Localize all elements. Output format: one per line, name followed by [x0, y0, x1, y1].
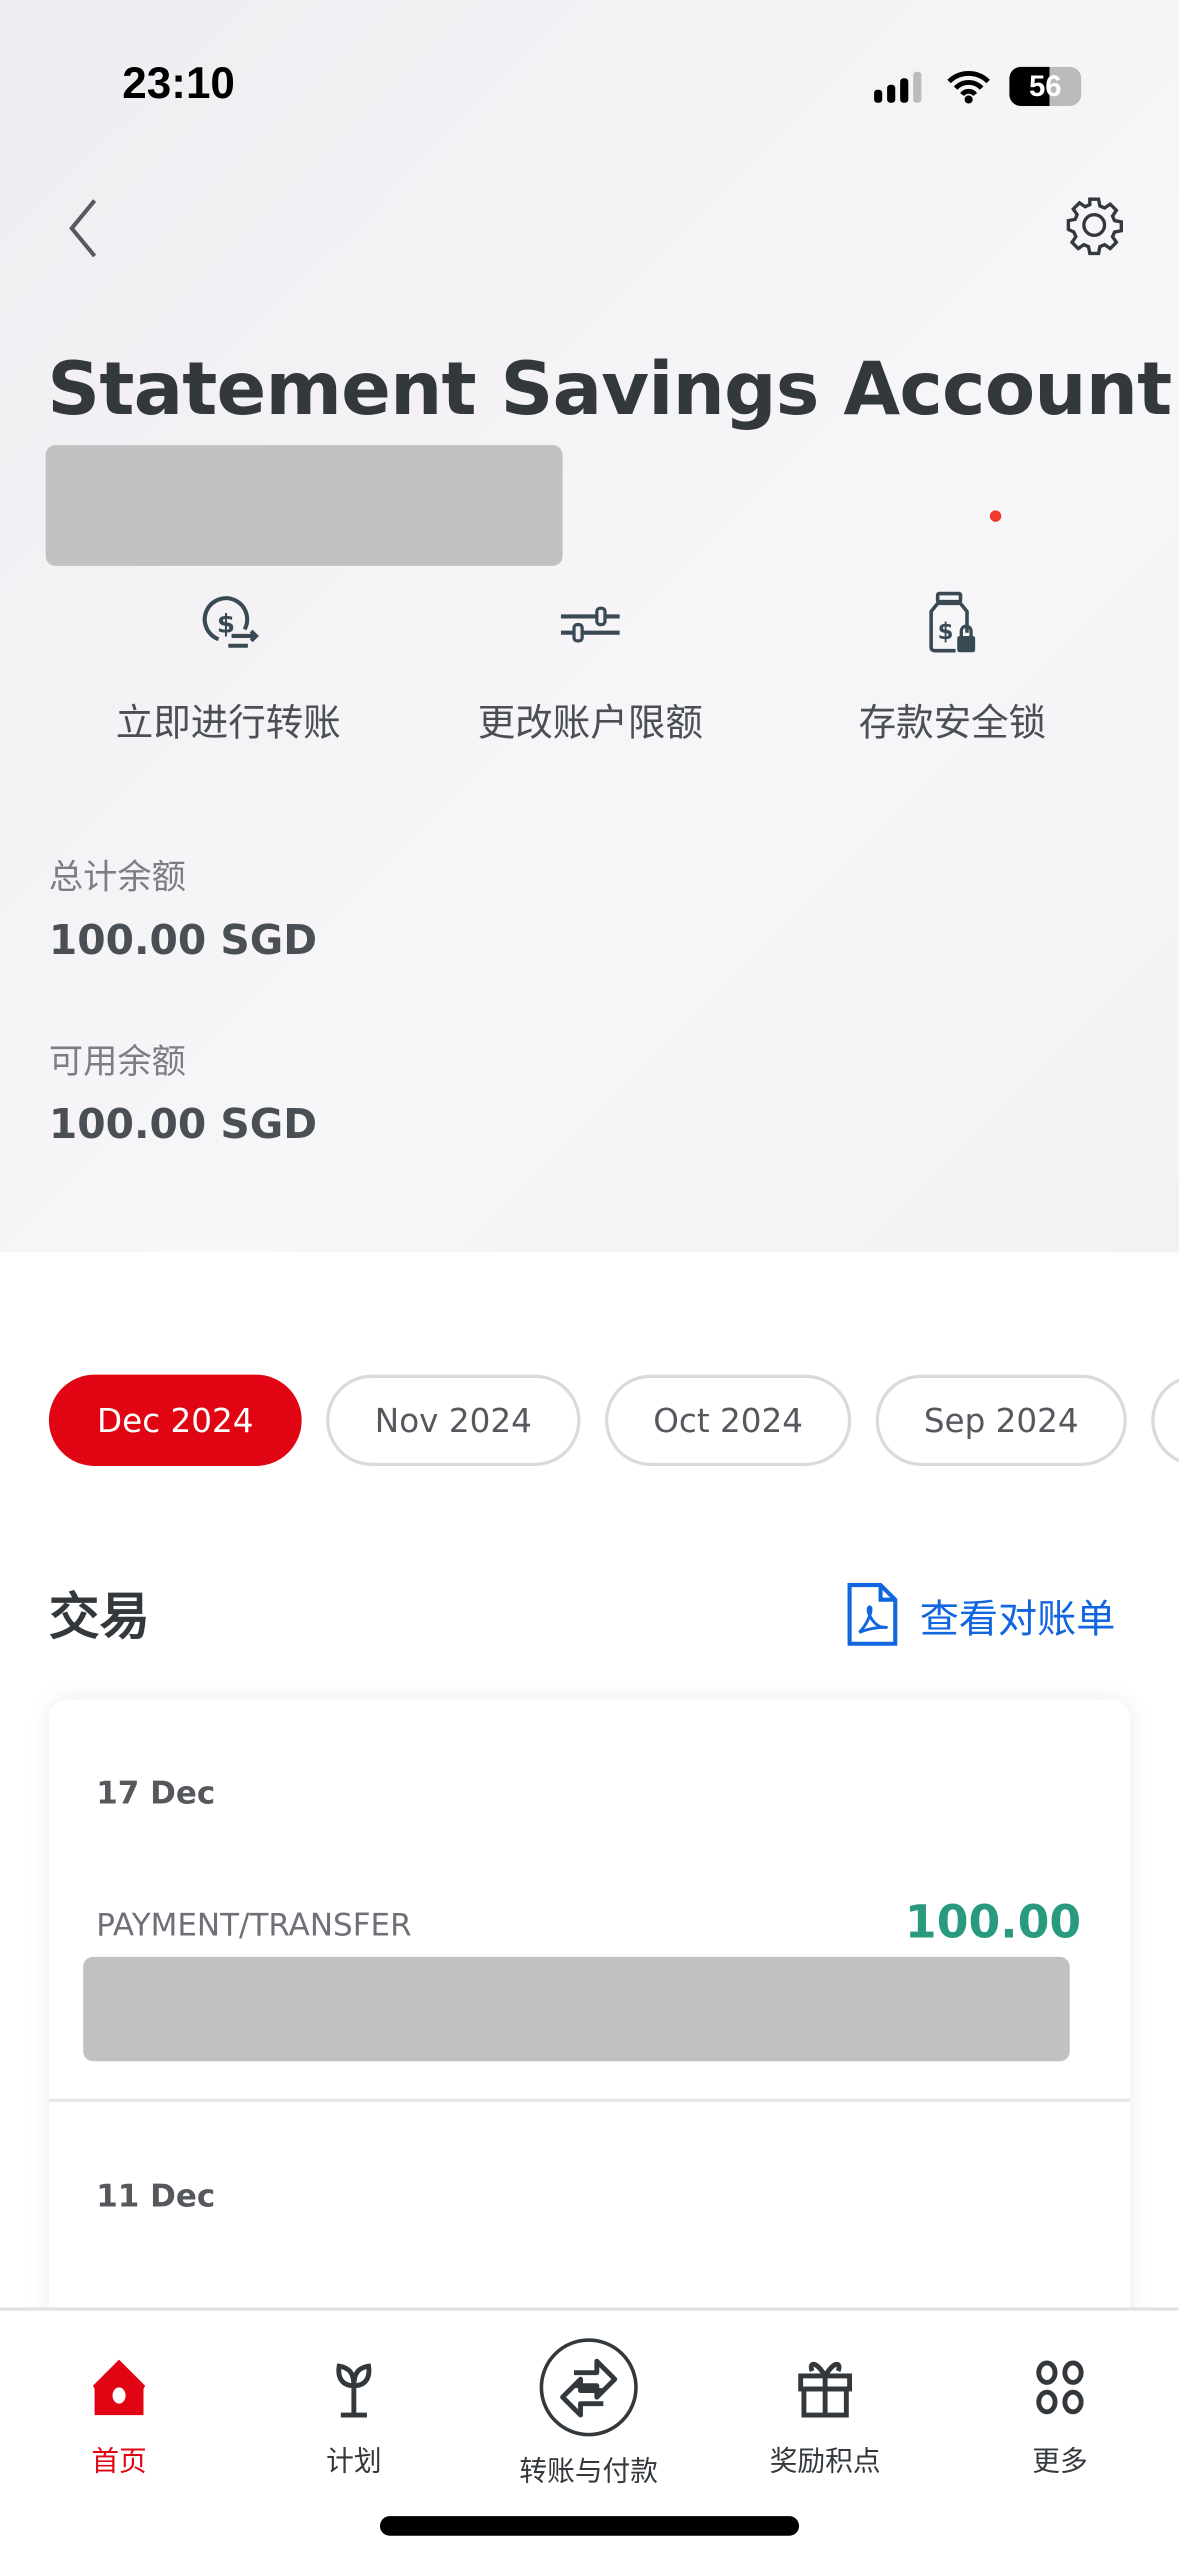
- nav-more[interactable]: 更多: [946, 2347, 1174, 2479]
- month-chip-dec-2024[interactable]: Dec 2024: [48, 1374, 302, 1466]
- home-icon: [92, 2359, 146, 2416]
- grid-dots-icon: [1036, 2360, 1084, 2415]
- transaction-row[interactable]: PAYMENT/TRANSFER 100.00: [49, 1879, 1130, 2091]
- transaction-amount: 100.00: [904, 1894, 1082, 1949]
- gift-icon: [798, 2361, 853, 2418]
- nav-home[interactable]: 首页: [5, 2347, 233, 2479]
- sliders-icon: [560, 606, 620, 643]
- transfer-now-button[interactable]: $ 立即进行转账: [65, 590, 391, 747]
- nav-label: 奖励积点: [769, 2446, 881, 2479]
- page-title: Statement Savings Account: [47, 345, 1172, 433]
- nav-label: 更多: [1032, 2446, 1088, 2479]
- money-jar-lock-icon: $: [929, 591, 976, 653]
- month-chip-oct-2024[interactable]: Oct 2024: [604, 1374, 852, 1466]
- available-balance-label: 可用余额: [48, 1042, 186, 1082]
- month-chip-sep-2024[interactable]: Sep 2024: [875, 1374, 1127, 1466]
- signal-icon: [874, 70, 929, 112]
- action-label: 立即进行转账: [115, 702, 341, 746]
- status-time: 23:10: [122, 58, 235, 108]
- back-button[interactable]: [59, 196, 105, 268]
- action-label: 存款安全锁: [858, 702, 1047, 746]
- bottom-navigation: 首页 计划 转账与付款 奖励积点 更多: [0, 2307, 1179, 2557]
- sprout-icon: [336, 2363, 372, 2418]
- transaction-date: 17 Dec: [96, 1775, 216, 1812]
- total-balance-value: 100.00 SGD: [48, 916, 318, 964]
- battery-indicator: 56: [1009, 66, 1082, 106]
- nav-label: 转账与付款: [519, 2455, 658, 2489]
- month-chip-nov-2024[interactable]: Nov 2024: [326, 1374, 581, 1466]
- transaction-date: 11 Dec: [96, 2178, 216, 2215]
- transfer-arrows-icon: [539, 2338, 638, 2437]
- nav-rewards[interactable]: 奖励积点: [711, 2347, 939, 2479]
- view-statement-label: 查看对账单: [919, 1595, 1116, 1642]
- divider: [48, 2098, 1131, 2102]
- home-indicator: [379, 2516, 800, 2536]
- dollar-transfer-icon: $: [202, 596, 259, 648]
- view-statement-link[interactable]: 查看对账单: [845, 1582, 1116, 1647]
- pdf-file-icon: [847, 1583, 898, 1646]
- action-label: 更改账户限额: [477, 702, 703, 746]
- deposit-lock-button[interactable]: $ 存款安全锁: [789, 590, 1115, 747]
- wifi-icon: [946, 68, 992, 110]
- settings-gear-icon[interactable]: [1063, 194, 1125, 262]
- transaction-type: PAYMENT/TRANSFER: [96, 1907, 412, 1944]
- transactions-card: 17 Dec PAYMENT/TRANSFER 100.00 11 Dec: [48, 1699, 1131, 2352]
- redacted-account-number: [45, 445, 563, 566]
- svg-text:$: $: [938, 619, 954, 645]
- nav-transfer-pay[interactable]: 转账与付款: [475, 2338, 703, 2489]
- transactions-heading: 交易: [48, 1588, 151, 1648]
- change-limit-button[interactable]: 更改账户限额: [427, 590, 753, 747]
- nav-plan[interactable]: 计划: [240, 2347, 468, 2479]
- notification-dot: [989, 510, 1002, 522]
- redacted-transaction-details: [83, 1956, 1070, 2062]
- month-chip-partial[interactable]: [1151, 1374, 1179, 1466]
- nav-label: 计划: [326, 2446, 382, 2479]
- total-balance-label: 总计余额: [48, 857, 186, 897]
- available-balance-value: 100.00 SGD: [48, 1100, 318, 1149]
- nav-label: 首页: [91, 2446, 147, 2479]
